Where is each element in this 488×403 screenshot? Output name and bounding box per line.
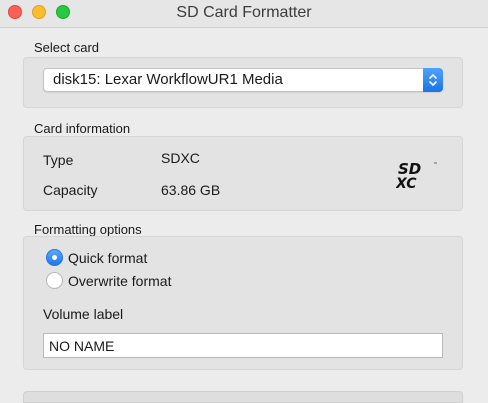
- type-value: SDXC: [161, 150, 200, 166]
- type-label: Type: [43, 152, 74, 168]
- volume-label-title: Volume label: [43, 306, 124, 322]
- title-bar: SD Card Formatter: [0, 0, 488, 28]
- window-title: SD Card Formatter: [176, 4, 312, 21]
- sdxc-logo-icon: SD ™ XC: [395, 160, 444, 192]
- select-card-label: Select card: [34, 40, 100, 55]
- volume-label-input[interactable]: [43, 333, 443, 358]
- quick-format-label[interactable]: Quick format: [68, 250, 147, 266]
- capacity-label: Capacity: [43, 182, 98, 198]
- overwrite-format-radio[interactable]: [46, 272, 63, 289]
- bottom-panel-edge: [23, 391, 463, 403]
- up-down-chevron-icon[interactable]: [423, 68, 443, 92]
- logo-tm-text: ™: [433, 162, 438, 168]
- sd-card-formatter-window: SD Card Formatter Select card disk15: Le…: [0, 0, 488, 403]
- quick-format-radio[interactable]: [46, 249, 63, 266]
- overwrite-format-label[interactable]: Overwrite format: [68, 273, 171, 289]
- logo-xc-text: XC: [396, 176, 417, 190]
- capacity-value: 63.86 GB: [161, 182, 221, 198]
- card-select-value: disk15: Lexar WorkflowUR1 Media: [53, 71, 283, 88]
- card-select-dropdown[interactable]: disk15: Lexar WorkflowUR1 Media: [43, 68, 443, 92]
- formatting-options-label: Formatting options: [34, 222, 142, 237]
- card-information-label: Card information: [34, 121, 131, 136]
